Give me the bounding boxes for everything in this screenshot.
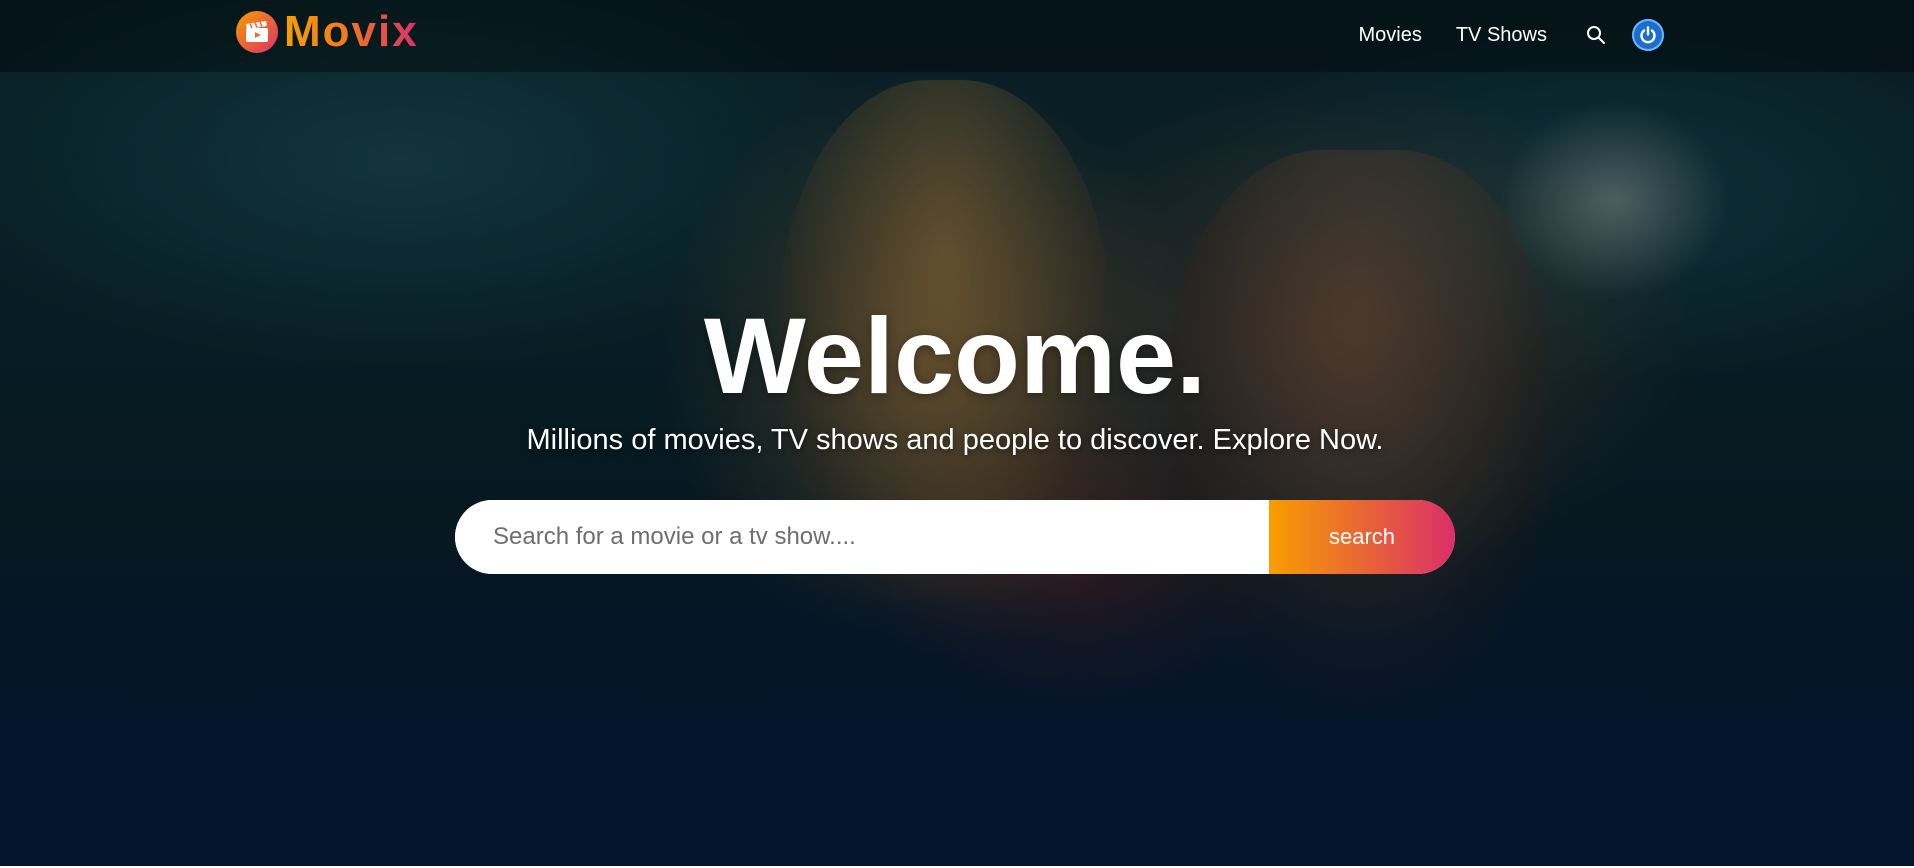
brand-name: Movix [284,7,419,56]
search-icon[interactable] [1576,14,1616,56]
power-icon[interactable] [1632,19,1664,51]
clapperboard-icon [236,11,278,53]
search-button[interactable]: search [1269,500,1455,574]
nav-item-movies[interactable]: Movies [1341,24,1438,47]
page: Movix Movies TV Shows Welcome. Millions … [0,0,1914,868]
hero-banner: Welcome. Millions of movies, TV shows an… [455,290,1455,574]
hero-bottom-fade [0,528,1914,868]
hero-subtitle: Millions of movies, TV shows and people … [526,424,1384,456]
nav-item-tv-shows[interactable]: TV Shows [1439,24,1564,47]
main-nav: Movies TV Shows [1341,14,1664,56]
brand-logo[interactable]: Movix [236,10,419,54]
search-input[interactable] [455,500,1269,574]
site-header: Movix Movies TV Shows [0,0,1914,72]
search-bar: search [455,500,1455,574]
hero-title: Welcome. [703,295,1207,416]
